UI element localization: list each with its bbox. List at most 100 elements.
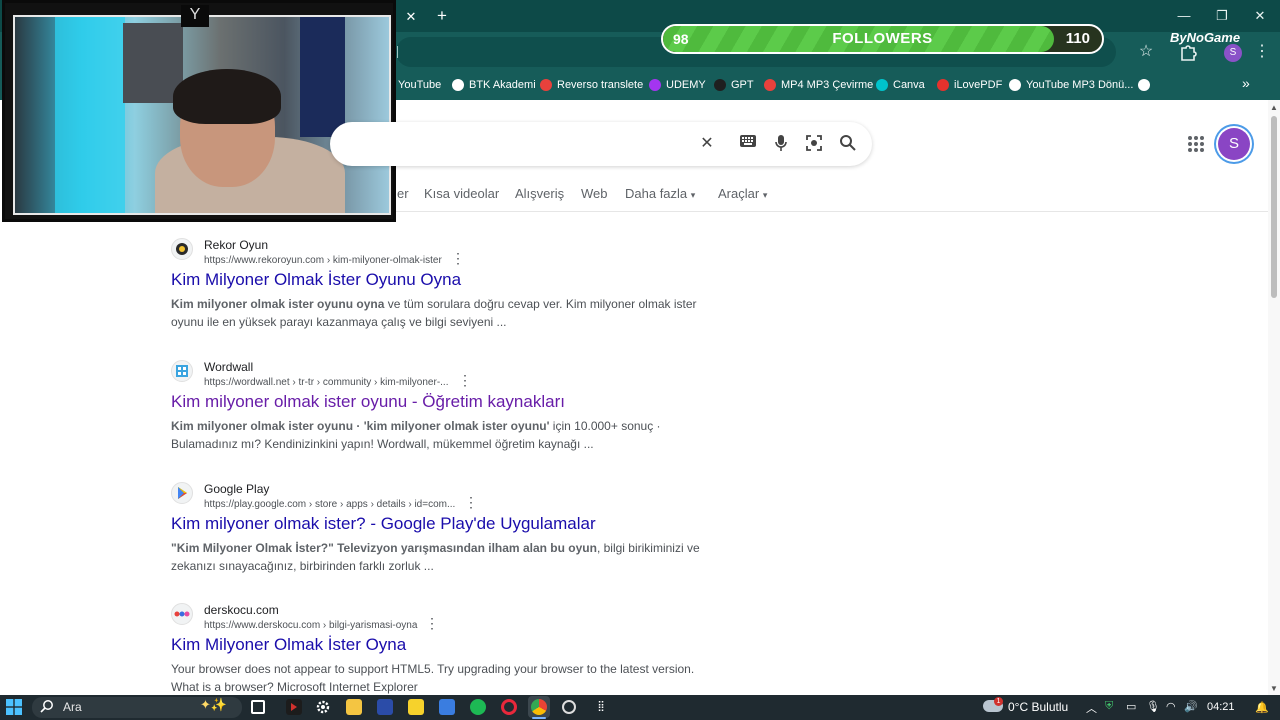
window-close-button[interactable]: ✕: [1246, 6, 1274, 26]
tray-mic-icon[interactable]: 🎙: [1146, 700, 1160, 713]
tray-shield-icon[interactable]: ⛨: [1105, 700, 1113, 713]
bookmark-item[interactable]: [1138, 76, 1155, 94]
tab-short-videos[interactable]: Kısa videolar: [424, 186, 499, 201]
result-title-link[interactable]: Kim milyoner olmak ister oyunu - Öğretim…: [171, 392, 565, 412]
bookmark-favicon-icon: [1138, 79, 1150, 91]
spotify-icon[interactable]: [470, 699, 486, 715]
bookmark-star-icon[interactable]: ☆: [1136, 42, 1156, 62]
bookmark-item[interactable]: GPT: [714, 76, 754, 94]
bookmark-item[interactable]: Canva: [876, 76, 925, 94]
scroll-up-arrow-icon[interactable]: ▲: [1270, 103, 1278, 112]
keyboard-icon[interactable]: [738, 134, 758, 154]
bookmark-item[interactable]: BTK Akademi: [452, 76, 536, 94]
bookmark-label: YouTube MP3 Dönü...: [1026, 79, 1134, 91]
tab-web[interactable]: Web: [581, 186, 608, 201]
bookmark-item[interactable]: Reverso translete: [540, 76, 643, 94]
scroll-down-arrow-icon[interactable]: ▼: [1270, 684, 1278, 693]
bookmark-label: GPT: [731, 79, 754, 91]
chrome-icon[interactable]: [531, 699, 547, 715]
cam-light: [55, 17, 125, 213]
followers-label: FOLLOWERS: [832, 30, 933, 47]
result-url[interactable]: https://www.derskocu.com › bilgi-yarisma…: [204, 620, 417, 631]
bookmark-favicon-icon: [876, 79, 888, 91]
tab-tools-label: Araçlar: [718, 186, 760, 201]
bookmark-item[interactable]: MP4 MP3 Çevirme: [764, 76, 873, 94]
result-snippet: Kim milyoner olmak ister oyunu · 'kim mi…: [171, 417, 719, 453]
new-tab-button[interactable]: +: [432, 6, 452, 26]
bookmark-label: BTK Akademi: [469, 79, 536, 91]
browser-menu-icon[interactable]: ⋮: [1254, 40, 1270, 64]
bookmark-item[interactable]: YouTube: [398, 76, 441, 94]
weather-text[interactable]: 0°C Bulutlu: [1008, 700, 1068, 714]
webcam-emblem-icon: Y: [181, 5, 209, 27]
tray-device-icon[interactable]: ▭: [1126, 700, 1136, 713]
result-more-icon[interactable]: ⋮: [464, 495, 478, 509]
result-snippet: Kim milyoner olmak ister oyunu oyna ve t…: [171, 295, 719, 331]
result-title-link[interactable]: Kim Milyoner Olmak İster Oyunu Oyna: [171, 270, 461, 290]
chevron-down-icon: ▾: [690, 190, 696, 200]
bookmark-favicon-icon: [649, 79, 661, 91]
windows-start-icon[interactable]: [6, 699, 22, 715]
snippet-highlight: Kim milyoner olmak ister oyunu oyna: [171, 297, 385, 311]
bookmark-label: Canva: [893, 79, 925, 91]
tab-more[interactable]: Daha fazla ▾: [625, 186, 695, 201]
bookmarks-overflow-button[interactable]: »: [1242, 75, 1250, 91]
tab-close-button[interactable]: ✕: [402, 8, 420, 26]
result-more-icon[interactable]: ⋮: [451, 251, 465, 265]
browser-profile-avatar[interactable]: S: [1224, 44, 1242, 62]
tray-volume-icon[interactable]: 🔊: [1184, 700, 1198, 713]
lens-search-icon[interactable]: [804, 134, 824, 154]
followers-current: 98: [673, 31, 689, 47]
opera-icon[interactable]: [501, 699, 517, 715]
sticky-notes-icon[interactable]: [408, 699, 424, 715]
result-more-icon[interactable]: ⋮: [458, 373, 472, 387]
scrollbar-thumb[interactable]: [1271, 116, 1277, 298]
window-restore-button[interactable]: ❐: [1208, 6, 1236, 26]
bookmark-label: YouTube: [398, 79, 442, 91]
window-minimize-button[interactable]: —: [1170, 6, 1198, 26]
tray-chevron-up-icon[interactable]: ︿: [1086, 700, 1097, 716]
app-edit-icon[interactable]: [439, 699, 455, 715]
google-apps-icon[interactable]: [1186, 134, 1206, 154]
result-url[interactable]: https://wordwall.net › tr-tr › community…: [204, 377, 448, 388]
settings-gear-icon[interactable]: [315, 699, 331, 715]
bookmark-item[interactable]: YouTube MP3 Dönü...: [1009, 76, 1133, 94]
notification-bell-icon[interactable]: 🔔: [1255, 701, 1269, 714]
result-site-name: Google Play: [204, 482, 270, 496]
voice-search-icon[interactable]: [771, 134, 791, 154]
app-red-icon[interactable]: [286, 699, 302, 715]
followers-goal-bar: FOLLOWERS 98 110: [661, 24, 1104, 54]
result-url[interactable]: https://play.google.com › store › apps ›…: [204, 499, 455, 510]
tab-partial[interactable]: er: [397, 186, 409, 201]
snippet-text: Your browser does not appear to support …: [171, 662, 695, 694]
bookmark-favicon-icon: [1009, 79, 1021, 91]
tab-shopping[interactable]: Alışveriş: [515, 186, 564, 201]
bookmark-item[interactable]: UDEMY: [649, 76, 706, 94]
taskbar-clock[interactable]: 04:21: [1207, 701, 1235, 713]
wordwall-favicon-icon: [171, 360, 193, 382]
google-account-avatar[interactable]: S: [1218, 128, 1250, 160]
bookmark-favicon-icon: [540, 79, 552, 91]
app-blue-icon[interactable]: [377, 699, 393, 715]
app-dots-icon[interactable]: ⣿: [593, 699, 609, 715]
search-icon[interactable]: [837, 134, 857, 154]
result-url[interactable]: https://www.rekoroyun.com › kim-milyoner…: [204, 255, 442, 266]
copilot-sparkle-icon[interactable]: ✦✨: [200, 697, 227, 713]
task-view-icon[interactable]: [251, 700, 265, 714]
app-circle-icon[interactable]: [562, 700, 576, 714]
chevron-down-icon: ▾: [762, 190, 768, 200]
tab-tools[interactable]: Araçlar ▾: [718, 186, 767, 201]
address-bar-caret: [397, 46, 398, 58]
tray-wifi-icon[interactable]: ◠: [1166, 700, 1176, 713]
result-title-link[interactable]: Kim milyoner olmak ister? - Google Play'…: [171, 514, 596, 534]
result-more-icon[interactable]: ⋮: [425, 616, 439, 630]
webcam-feed: [13, 15, 391, 215]
rekoroyun-favicon-icon: [171, 238, 193, 260]
clear-search-icon[interactable]: ✕: [697, 134, 717, 154]
file-explorer-icon[interactable]: [346, 699, 362, 715]
active-app-indicator: [532, 717, 546, 719]
result-title-link[interactable]: Kim Milyoner Olmak İster Oyna: [171, 635, 406, 655]
bookmark-favicon-icon: [714, 79, 726, 91]
extensions-puzzle-icon[interactable]: [1178, 42, 1198, 62]
bookmark-item[interactable]: iLovePDF: [937, 76, 1002, 94]
